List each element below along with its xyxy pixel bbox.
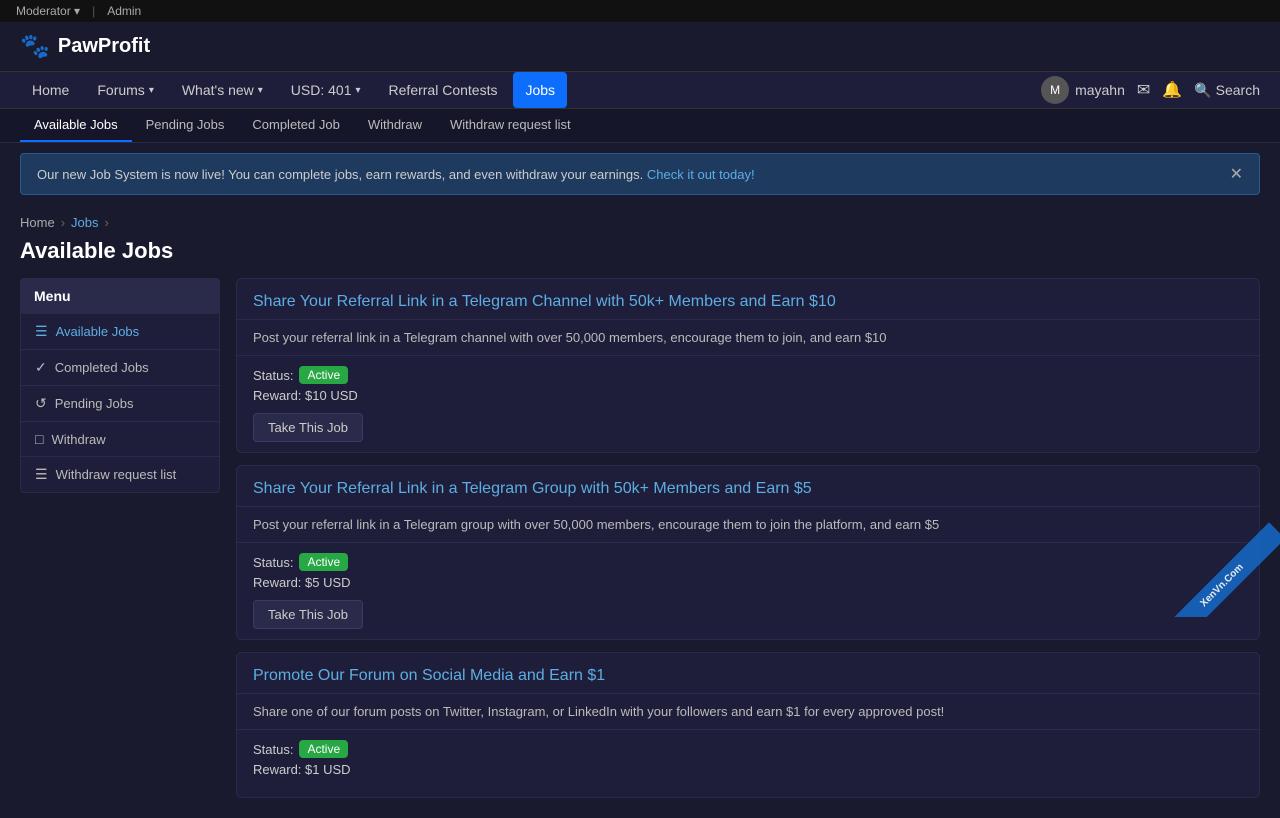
header: 🐾 PawProfit	[0, 22, 1280, 72]
breadcrumb-sep-2: ›	[105, 215, 109, 230]
reward-value-1: $10 USD	[305, 388, 358, 403]
logo[interactable]: 🐾 PawProfit	[20, 32, 150, 61]
job-card-3: Promote Our Forum on Social Media and Ea…	[236, 652, 1260, 798]
subnav-available-jobs[interactable]: Available Jobs	[20, 109, 132, 142]
take-job-button-2[interactable]: Take This Job	[253, 600, 363, 629]
nav-right: M mayahn ✉ 🔔 🔍 Search	[1041, 76, 1260, 104]
moderator-label: Moderator	[16, 4, 71, 18]
job-card-3-meta: Status: Active Reward: $1 USD	[237, 730, 1259, 797]
nav-forums[interactable]: Forums ▾	[85, 72, 165, 108]
page-title: Available Jobs	[0, 234, 1280, 278]
job-card-3-header: Promote Our Forum on Social Media and Ea…	[237, 653, 1259, 694]
sidebar-title: Menu	[20, 278, 220, 314]
job-card-2-desc: Post your referral link in a Telegram gr…	[237, 507, 1259, 543]
reward-value-2: $5 USD	[305, 575, 351, 590]
mail-icon[interactable]: ✉	[1137, 80, 1150, 100]
job-card-1-status: Status: Active	[253, 366, 1243, 384]
job-card-3-desc: Share one of our forum posts on Twitter,…	[237, 694, 1259, 730]
job-card-1-title[interactable]: Share Your Referral Link in a Telegram C…	[253, 293, 836, 310]
sidebar-item-pending-jobs[interactable]: ↺ Pending Jobs	[21, 386, 219, 422]
forums-arrow-icon: ▾	[149, 85, 154, 96]
subnav-withdraw-request-list[interactable]: Withdraw request list	[436, 109, 585, 142]
sidebar-item-withdraw[interactable]: □ Withdraw	[21, 422, 219, 457]
logo-text: PawProfit	[58, 35, 150, 58]
list-icon-withdraw-request: ☰	[35, 466, 48, 483]
nav-whats-new[interactable]: What's new ▾	[170, 72, 275, 108]
job-card-1-desc: Post your referral link in a Telegram ch…	[237, 320, 1259, 356]
take-job-button-1[interactable]: Take This Job	[253, 413, 363, 442]
reward-value-3: $1 USD	[305, 762, 351, 777]
box-icon-withdraw: □	[35, 431, 43, 447]
alert-link[interactable]: Check it out today!	[647, 167, 755, 182]
job-card-1-reward: Reward: $10 USD	[253, 388, 1243, 403]
nav-usd[interactable]: USD: 401 ▾	[279, 72, 373, 108]
username: mayahn	[1075, 82, 1125, 98]
job-card-2-meta: Status: Active Reward: $5 USD Take This …	[237, 543, 1259, 639]
whats-new-arrow-icon: ▾	[258, 85, 263, 96]
admin-label: Admin	[107, 4, 141, 18]
job-card-3-status: Status: Active	[253, 740, 1243, 758]
admin-link[interactable]: Admin	[107, 4, 141, 18]
alert-main-text: Our new Job System is now live! You can …	[37, 167, 643, 182]
clock-icon-pending: ↺	[35, 395, 47, 412]
status-badge-2: Active	[299, 553, 348, 571]
avatar: M	[1041, 76, 1069, 104]
status-badge-3: Active	[299, 740, 348, 758]
search-button[interactable]: 🔍 Search	[1194, 82, 1260, 99]
subnav-withdraw[interactable]: Withdraw	[354, 109, 436, 142]
subnav-completed-job[interactable]: Completed Job	[238, 109, 353, 142]
job-card-2: Share Your Referral Link in a Telegram G…	[236, 465, 1260, 640]
top-bar: Moderator ▾ | Admin	[0, 0, 1280, 22]
alert-text: Our new Job System is now live! You can …	[37, 167, 755, 182]
sub-nav: Available Jobs Pending Jobs Completed Jo…	[0, 109, 1280, 143]
status-badge-1: Active	[299, 366, 348, 384]
logo-paw-icon: 🐾	[20, 32, 50, 61]
main-nav: Home Forums ▾ What's new ▾ USD: 401 ▾ Re…	[0, 72, 1280, 109]
job-card-3-reward: Reward: $1 USD	[253, 762, 1243, 777]
list-icon-available: ☰	[35, 323, 48, 340]
job-card-2-title[interactable]: Share Your Referral Link in a Telegram G…	[253, 480, 812, 497]
reward-label-1: Reward:	[253, 388, 301, 403]
job-card-3-title[interactable]: Promote Our Forum on Social Media and Ea…	[253, 667, 605, 684]
search-icon: 🔍	[1194, 82, 1211, 99]
alert-close-button[interactable]: ✕	[1230, 164, 1243, 184]
sidebar-item-available-jobs[interactable]: ☰ Available Jobs	[21, 314, 219, 350]
jobs-list: Share Your Referral Link in a Telegram C…	[236, 278, 1260, 798]
sidebar-menu: ☰ Available Jobs ✓ Completed Jobs ↺ Pend…	[20, 314, 220, 493]
reward-label-3: Reward:	[253, 762, 301, 777]
job-card-2-reward: Reward: $5 USD	[253, 575, 1243, 590]
job-card-1-meta: Status: Active Reward: $10 USD Take This…	[237, 356, 1259, 452]
breadcrumb-jobs: Jobs	[71, 215, 98, 230]
breadcrumb-sep-1: ›	[61, 215, 65, 230]
job-card-2-status: Status: Active	[253, 553, 1243, 571]
nav-home[interactable]: Home	[20, 72, 81, 108]
sidebar: Menu ☰ Available Jobs ✓ Completed Jobs ↺…	[20, 278, 220, 798]
alert-banner: Our new Job System is now live! You can …	[20, 153, 1260, 195]
check-icon-completed: ✓	[35, 359, 47, 376]
usd-arrow-icon: ▾	[356, 85, 361, 96]
nav-jobs[interactable]: Jobs	[513, 72, 567, 108]
job-card-2-header: Share Your Referral Link in a Telegram G…	[237, 466, 1259, 507]
bell-icon[interactable]: 🔔	[1162, 80, 1182, 100]
status-label-2: Status:	[253, 555, 293, 570]
job-card-1: Share Your Referral Link in a Telegram C…	[236, 278, 1260, 453]
content: Menu ☰ Available Jobs ✓ Completed Jobs ↺…	[0, 278, 1280, 818]
job-card-1-header: Share Your Referral Link in a Telegram C…	[237, 279, 1259, 320]
subnav-pending-jobs[interactable]: Pending Jobs	[132, 109, 239, 142]
breadcrumb-home[interactable]: Home	[20, 215, 55, 230]
nav-left: Home Forums ▾ What's new ▾ USD: 401 ▾ Re…	[20, 72, 567, 108]
moderator-link[interactable]: Moderator ▾	[16, 4, 80, 18]
nav-referral[interactable]: Referral Contests	[377, 72, 510, 108]
search-label: Search	[1216, 82, 1260, 98]
reward-label-2: Reward:	[253, 575, 301, 590]
user-badge: M mayahn	[1041, 76, 1125, 104]
sidebar-item-completed-jobs[interactable]: ✓ Completed Jobs	[21, 350, 219, 386]
status-label-1: Status:	[253, 368, 293, 383]
sidebar-item-withdraw-request-list[interactable]: ☰ Withdraw request list	[21, 457, 219, 492]
status-label-3: Status:	[253, 742, 293, 757]
breadcrumb: Home › Jobs ›	[0, 205, 1280, 234]
